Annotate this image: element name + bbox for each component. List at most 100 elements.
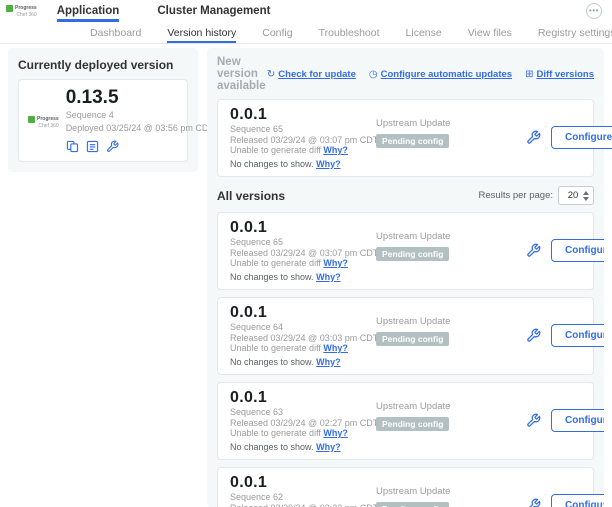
version-type: Upstream Update bbox=[376, 231, 526, 242]
diff-why-link[interactable]: Why? bbox=[323, 343, 348, 353]
config-icon[interactable] bbox=[86, 140, 99, 153]
version-number: 0.0.1 bbox=[230, 105, 376, 124]
tab-dashboard[interactable]: Dashboard bbox=[90, 22, 141, 43]
deployed-version-card: Progress Chef 360 0.13.5 Sequence 4 Depl… bbox=[18, 79, 188, 162]
version-row: 0.0.1 Sequence 65 Released 03/29/24 @ 03… bbox=[217, 99, 594, 177]
results-per-page-select[interactable]: 20 bbox=[558, 186, 594, 205]
version-released: Released 03/29/24 @ 02:27 pm CDT bbox=[230, 418, 376, 429]
wrench-gear-icon[interactable] bbox=[526, 130, 541, 145]
secondary-nav: Dashboard Version history Config Trouble… bbox=[0, 22, 612, 44]
status-badge: Pending config bbox=[376, 134, 449, 148]
more-menu-icon[interactable]: ••• bbox=[586, 3, 602, 19]
version-type: Upstream Update bbox=[376, 316, 526, 327]
refresh-icon: ↻ bbox=[267, 69, 275, 80]
version-type: Upstream Update bbox=[376, 401, 526, 412]
version-released: Released 03/29/24 @ 02:22 pm CDT bbox=[230, 503, 376, 507]
version-number: 0.0.1 bbox=[230, 388, 376, 407]
new-version-title: New version available bbox=[217, 56, 267, 92]
version-diff-note: Unable to generate diff Why? bbox=[230, 258, 376, 269]
spinner-icon bbox=[583, 191, 589, 201]
version-type: Upstream Update bbox=[376, 118, 526, 129]
status-badge: Pending config bbox=[376, 332, 449, 346]
all-versions-title: All versions bbox=[217, 189, 285, 203]
version-released: Released 03/29/24 @ 03:03 pm CDT bbox=[230, 333, 376, 344]
clock-icon: ◷ bbox=[369, 69, 378, 80]
configure-button[interactable]: Configure bbox=[551, 494, 604, 507]
new-version-card-slot: 0.0.1 Sequence 65 Released 03/29/24 @ 03… bbox=[217, 99, 594, 177]
changes-why-link[interactable]: Why? bbox=[316, 357, 341, 367]
currently-deployed-title: Currently deployed version bbox=[18, 58, 188, 72]
version-diff-note: Unable to generate diff Why? bbox=[230, 428, 376, 439]
tab-view-files[interactable]: View files bbox=[468, 22, 512, 43]
version-number: 0.0.1 bbox=[230, 303, 376, 322]
configure-button[interactable]: Configure bbox=[551, 239, 604, 262]
deployed-timestamp: Deployed 03/25/24 @ 03:56 pm CDT bbox=[66, 123, 214, 134]
version-released: Released 03/29/24 @ 03:07 pm CDT bbox=[230, 248, 376, 259]
status-badge: Pending config bbox=[376, 247, 449, 261]
version-sequence: Sequence 64 bbox=[230, 322, 376, 333]
version-diff-note: Unable to generate diff Why? bbox=[230, 145, 376, 156]
version-sequence: Sequence 65 bbox=[230, 237, 376, 248]
wrench-gear-icon[interactable] bbox=[526, 328, 541, 343]
diff-grid-icon: ⊞ bbox=[525, 69, 533, 80]
configure-automatic-updates-link[interactable]: ◷ Configure automatic updates bbox=[369, 69, 512, 80]
version-number: 0.0.1 bbox=[230, 473, 376, 492]
status-badge: Pending config bbox=[376, 417, 449, 431]
tab-cluster-management[interactable]: Cluster Management bbox=[157, 0, 270, 22]
changes-why-link[interactable]: Why? bbox=[316, 159, 341, 169]
diff-why-link[interactable]: Why? bbox=[323, 258, 348, 268]
version-row: 0.0.1 Sequence 62 Released 03/29/24 @ 02… bbox=[217, 467, 594, 507]
status-badge: Pending config bbox=[376, 502, 449, 507]
tab-application[interactable]: Application bbox=[57, 0, 120, 22]
version-changes-note: No changes to show. Why? bbox=[230, 442, 376, 453]
tab-license[interactable]: License bbox=[406, 22, 442, 43]
deployed-app-logo: Progress Chef 360 bbox=[28, 88, 59, 153]
app-tabs: Application Cluster Management bbox=[57, 0, 271, 22]
tab-registry-settings[interactable]: Registry settings bbox=[538, 22, 612, 43]
version-diff-note: Unable to generate diff Why? bbox=[230, 343, 376, 354]
logo-icon bbox=[6, 5, 13, 12]
version-row: 0.0.1 Sequence 65 Released 03/29/24 @ 03… bbox=[217, 212, 594, 290]
version-sequence: Sequence 65 bbox=[230, 124, 376, 135]
version-released: Released 03/29/24 @ 03:07 pm CDT bbox=[230, 135, 376, 146]
diff-versions-link[interactable]: ⊞ Diff versions bbox=[525, 69, 594, 80]
logo-text-2: Chef 360 bbox=[38, 123, 58, 129]
deployed-sequence: Sequence 4 bbox=[66, 110, 214, 121]
version-row: 0.0.1 Sequence 64 Released 03/29/24 @ 03… bbox=[217, 297, 594, 375]
version-changes-note: No changes to show. Why? bbox=[230, 357, 376, 368]
results-per-page-label: Results per page: bbox=[479, 190, 553, 201]
all-versions-panel: All versions Results per page: 20 0.0.1 … bbox=[207, 178, 604, 507]
wrench-gear-icon[interactable] bbox=[526, 243, 541, 258]
version-sequence: Sequence 62 bbox=[230, 492, 376, 503]
tab-troubleshoot[interactable]: Troubleshoot bbox=[319, 22, 380, 43]
logo-icon bbox=[28, 116, 35, 123]
changes-why-link[interactable]: Why? bbox=[316, 272, 341, 282]
version-sequence: Sequence 63 bbox=[230, 407, 376, 418]
tab-version-history[interactable]: Version history bbox=[167, 22, 236, 43]
app-logo: Progress Chef 360 bbox=[6, 0, 37, 22]
configure-button[interactable]: Configure bbox=[551, 324, 604, 347]
wrench-gear-icon[interactable] bbox=[526, 498, 541, 507]
logo-text-1: Progress bbox=[15, 5, 37, 11]
deployed-version-number: 0.13.5 bbox=[66, 88, 214, 108]
logo-text-1: Progress bbox=[37, 116, 59, 122]
all-versions-list: 0.0.1 Sequence 65 Released 03/29/24 @ 03… bbox=[217, 212, 594, 507]
version-number: 0.0.1 bbox=[230, 218, 376, 237]
app-header: Progress Chef 360 Application Cluster Ma… bbox=[0, 0, 612, 22]
diff-why-link[interactable]: Why? bbox=[323, 145, 348, 155]
changes-why-link[interactable]: Why? bbox=[316, 442, 341, 452]
configure-button[interactable]: Configure bbox=[551, 126, 612, 149]
configure-button[interactable]: Configure bbox=[551, 409, 604, 432]
version-type: Upstream Update bbox=[376, 486, 526, 497]
wrench-icon[interactable] bbox=[106, 140, 119, 153]
logo-text-2: Chef 360 bbox=[16, 12, 36, 18]
diff-why-link[interactable]: Why? bbox=[323, 428, 348, 438]
version-changes-note: No changes to show. Why? bbox=[230, 272, 376, 283]
version-row: 0.0.1 Sequence 63 Released 03/29/24 @ 02… bbox=[217, 382, 594, 460]
currently-deployed-panel: Currently deployed version Progress Chef… bbox=[8, 48, 198, 172]
check-for-update-link[interactable]: ↻ Check for update bbox=[267, 69, 356, 80]
tab-config[interactable]: Config bbox=[262, 22, 292, 43]
diff-icon[interactable] bbox=[66, 140, 79, 153]
wrench-gear-icon[interactable] bbox=[526, 413, 541, 428]
version-changes-note: No changes to show. Why? bbox=[230, 159, 376, 170]
